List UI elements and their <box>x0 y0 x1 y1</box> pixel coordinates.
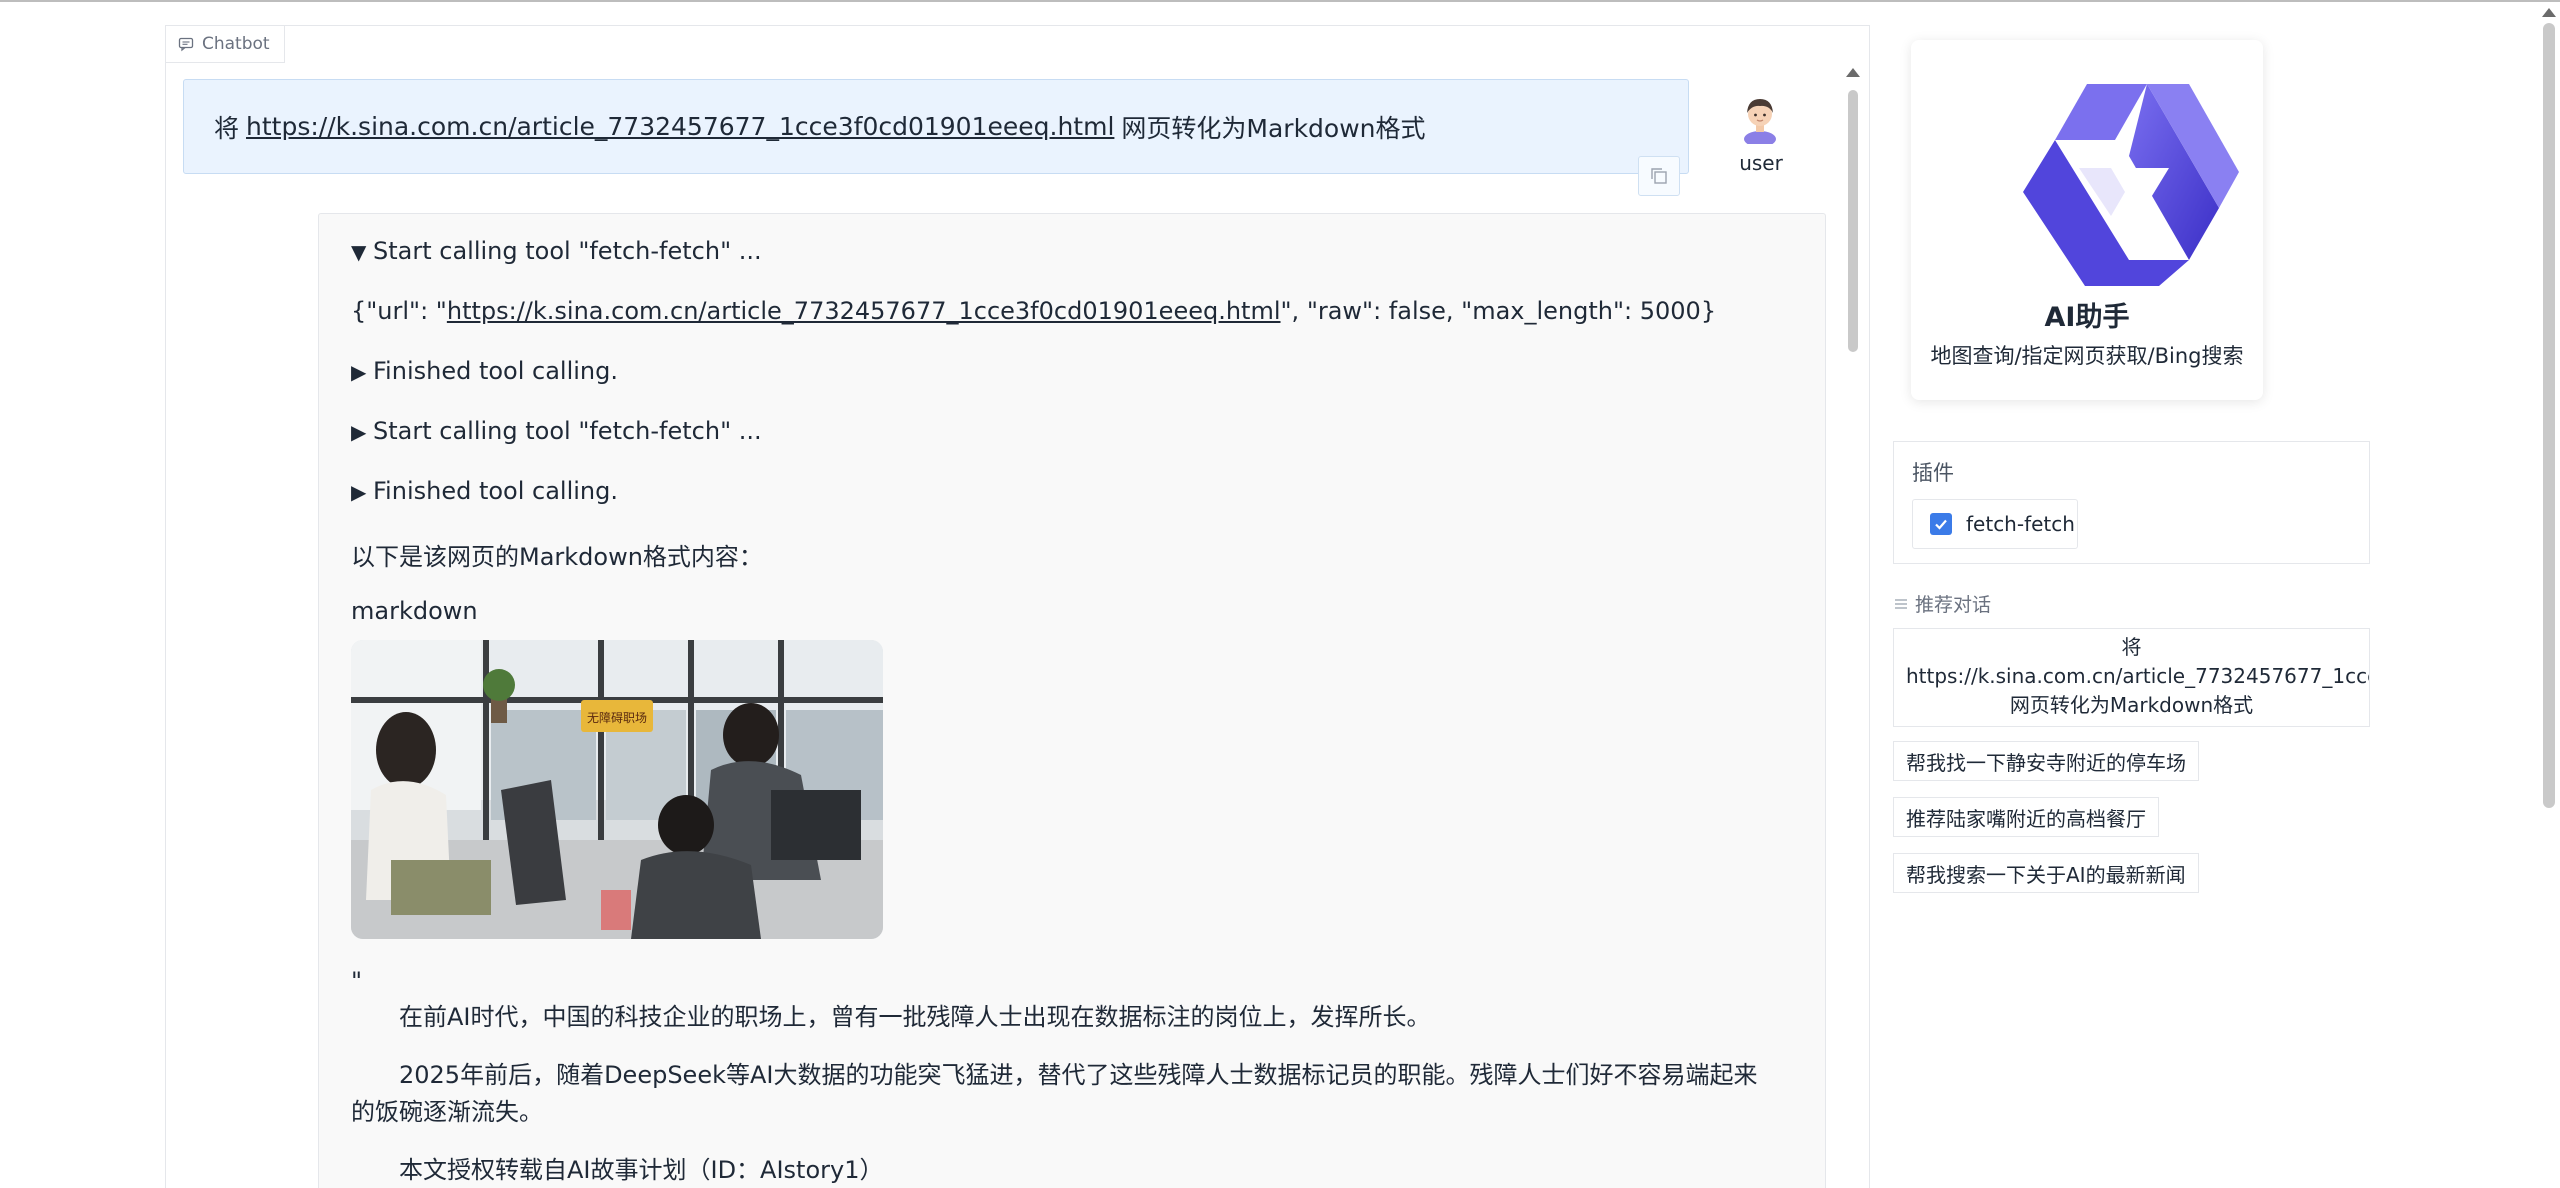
chat-scroll-up-arrow[interactable] <box>1846 68 1860 77</box>
assistant-logo-icon <box>2023 84 2239 286</box>
page-scroll-up-arrow[interactable] <box>2542 8 2556 17</box>
chatbot-label: Chatbot <box>166 26 285 63</box>
tool-finished-details[interactable]: ▶ Finished tool calling. <box>351 357 618 385</box>
list-icon <box>1895 598 1907 609</box>
chat-scrollbar[interactable] <box>1848 90 1858 352</box>
tool-finished-label-2: Finished tool calling. <box>373 477 619 505</box>
article-photo: 无障碍职场 <box>351 640 883 939</box>
user-message-suffix: 网页转化为Markdown格式 <box>1121 113 1426 143</box>
user-message-prefix: 将 <box>214 113 240 143</box>
tool-call-label-2: Start calling tool "fetch-fetch" ... <box>373 417 762 445</box>
bot-message: ▼ Start calling tool "fetch-fetch" ... {"… <box>318 213 1826 1188</box>
article-paragraph: 本文授权转载自AI故事计划（ID：AIstory1） <box>399 1156 884 1184</box>
tool-call-details-collapsed[interactable]: ▶ Start calling tool "fetch-fetch" ... <box>351 417 762 445</box>
brand-card: AI助手 地图查询/指定网页获取/Bing搜索 <box>1911 40 2263 400</box>
suggestion-item[interactable]: 推荐陆家嘴附近的高档餐厅 <box>1893 797 2159 837</box>
chatbot-label-text: Chatbot <box>202 34 270 54</box>
photo-sign-text: 无障碍职场 <box>587 710 647 725</box>
suggestion-item[interactable]: 将 https://k.sina.com.cn/article_77324576… <box>1893 628 2370 727</box>
copy-icon <box>1651 168 1667 184</box>
user-message: 将 https://k.sina.com.cn/article_77324576… <box>183 79 1689 174</box>
triangle-right-icon: ▶ <box>351 420 367 444</box>
args-link[interactable]: https://k.sina.com.cn/article_7732457677… <box>447 297 1281 325</box>
triangle-right-icon: ▶ <box>351 480 367 504</box>
code-language: markdown <box>351 597 478 625</box>
suggestion-item[interactable]: 帮我搜索一下关于AI的最新新闻 <box>1893 853 2199 893</box>
tool-finished-label: Finished tool calling. <box>373 357 619 385</box>
copy-button[interactable] <box>1638 156 1680 196</box>
window-top-border <box>0 0 2560 2</box>
plugins-panel: 插件 fetch-fetch <box>1893 441 2370 564</box>
user-message-link[interactable]: https://k.sina.com.cn/article_7732457677… <box>246 112 1114 141</box>
quote-mark: " <box>351 967 363 995</box>
triangle-right-icon: ▶ <box>351 360 367 384</box>
args-prefix: {"url": " <box>351 297 447 325</box>
suggestions-title: 推荐对话 <box>1893 590 1991 617</box>
suggestion-line: 网页转化为Markdown格式 <box>2009 693 2254 717</box>
chat-bubble-icon <box>178 37 194 52</box>
brand-subtitle: 地图查询/指定网页获取/Bing搜索 <box>1930 344 2244 368</box>
suggestions-title-text: 推荐对话 <box>1915 594 1992 616</box>
check-icon <box>1935 519 1947 530</box>
suggestion-url: https://k.sina.com.cn/article_7732457677… <box>1906 664 2369 688</box>
tool-call-label: Start calling tool "fetch-fetch" ... <box>373 237 762 265</box>
plugin-checkbox[interactable] <box>1930 513 1952 535</box>
tool-call-args: {"url": "https://k.sina.com.cn/article_7… <box>351 297 1716 325</box>
article-paragraph: 2025年前后，随着DeepSeek等AI大数据的功能突飞猛进，替代了这些残障人… <box>351 1061 1758 1126</box>
markdown-intro: 以下是该网页的Markdown格式内容： <box>351 543 763 571</box>
triangle-down-icon: ▼ <box>351 240 367 264</box>
tool-finished-details-2[interactable]: ▶ Finished tool calling. <box>351 477 618 505</box>
plugin-fetch-fetch[interactable]: fetch-fetch <box>1912 499 2078 549</box>
tool-call-details-open[interactable]: ▼ Start calling tool "fetch-fetch" ... <box>351 237 762 265</box>
article-paragraph: 在前AI时代，中国的科技企业的职场上，曾有一批残障人士出现在数据标注的岗位上，发… <box>399 1003 1431 1031</box>
user-avatar-icon <box>1744 99 1776 144</box>
args-suffix: ", "raw": false, "max_length": 5000} <box>1280 297 1717 325</box>
brand-title: AI助手 <box>2044 302 2130 333</box>
suggestion-line: 将 <box>2121 635 2142 659</box>
plugins-title: 插件 <box>1912 461 1954 485</box>
user-name: user <box>1739 151 1783 175</box>
plugin-label: fetch-fetch <box>1966 512 2075 536</box>
chatbot-panel: Chatbot 将 https://k.sina.com.cn/article_… <box>165 25 1870 1188</box>
suggestion-item[interactable]: 帮我找一下静安寺附近的停车场 <box>1893 741 2199 781</box>
page-scrollbar[interactable] <box>2543 23 2555 808</box>
